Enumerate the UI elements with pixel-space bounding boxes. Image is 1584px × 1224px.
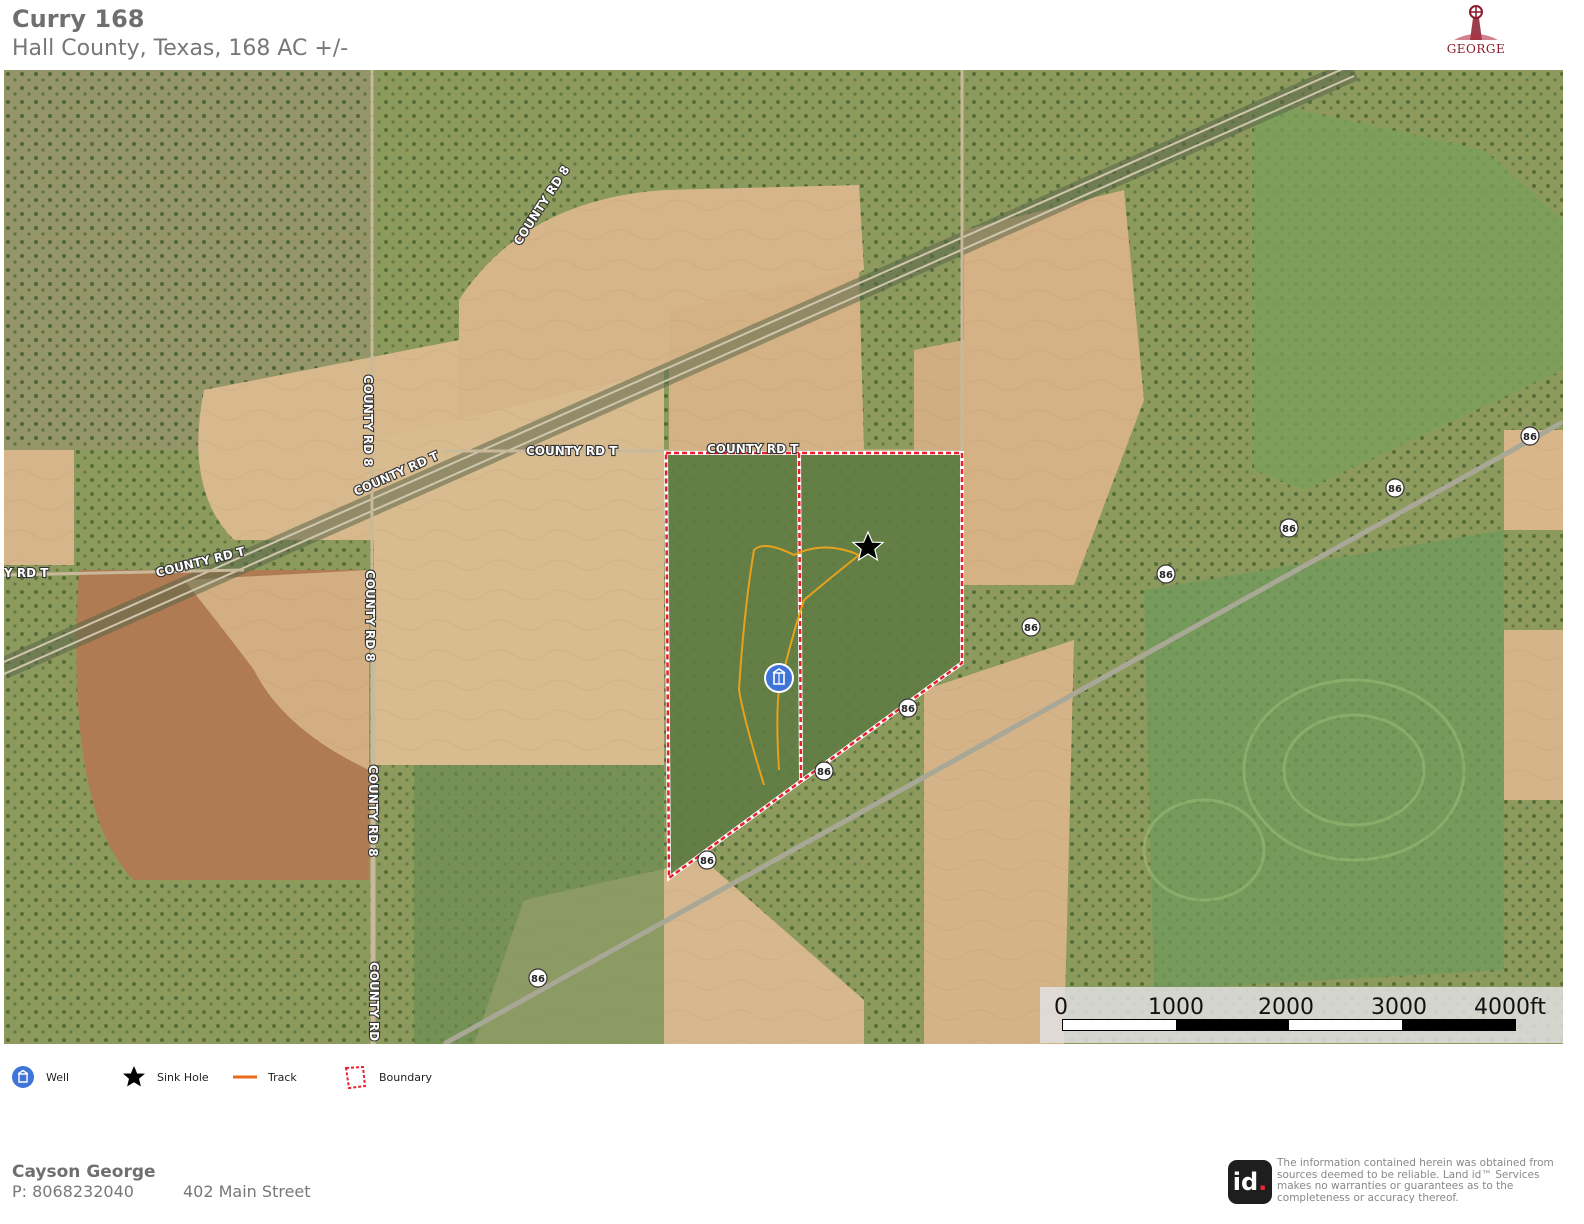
boundary-polygon-icon bbox=[344, 1065, 367, 1090]
legend-sink-hole-label: Sink Hole bbox=[157, 1070, 209, 1084]
well-icon bbox=[12, 1066, 34, 1088]
road-label-county-rd-bottom: COUNTY RD bbox=[367, 962, 381, 1041]
map-subtitle: Hall County, Texas, 168 AC +/- bbox=[12, 36, 349, 61]
well-marker-icon[interactable] bbox=[764, 663, 794, 693]
road-label-county-rd-t-b: COUNTY RD T bbox=[707, 442, 799, 456]
legend-well: Well bbox=[10, 1064, 69, 1090]
shield-86: 86 bbox=[1388, 484, 1402, 495]
shield-86: 86 bbox=[1159, 570, 1173, 581]
windmill-logo-icon bbox=[1454, 5, 1498, 40]
road-label-county-rd-8-south-b: COUNTY RD 8 bbox=[366, 765, 380, 857]
shield-86: 86 bbox=[901, 704, 915, 715]
road-label-county-rd-t-edge: Y RD T bbox=[4, 566, 49, 580]
satellite-map[interactable]: COUNTY RD 8 COUNTY RD 8 COUNTY RD 8 COUN… bbox=[4, 70, 1563, 1044]
scale-label-1000: 1000 bbox=[1148, 995, 1204, 1020]
track-line-icon bbox=[233, 1075, 257, 1079]
scale-label-3000: 3000 bbox=[1371, 995, 1427, 1020]
land-id-logo: id. bbox=[1228, 1160, 1272, 1204]
road-label-county-rd-t-a: COUNTY RD T bbox=[526, 444, 618, 458]
shield-86: 86 bbox=[700, 856, 714, 867]
legend-well-label: Well bbox=[46, 1070, 70, 1084]
logo-text: GEORGE bbox=[1446, 42, 1506, 56]
shield-86: 86 bbox=[1523, 432, 1537, 443]
legend-sink-hole: Sink Hole bbox=[121, 1064, 209, 1090]
road-label-county-rd-8-south-a: COUNTY RD 8 bbox=[363, 570, 377, 662]
legend-track-label: Track bbox=[268, 1070, 297, 1084]
star-icon bbox=[123, 1066, 145, 1087]
scale-label-0: 0 bbox=[1054, 995, 1068, 1020]
scale-label-4000ft: 4000ft bbox=[1474, 995, 1546, 1020]
agent-phone: P: 8068232040 bbox=[12, 1182, 134, 1201]
shield-86: 86 bbox=[1024, 623, 1038, 634]
scale-bar-segments bbox=[1062, 1019, 1516, 1031]
shield-86: 86 bbox=[1282, 524, 1296, 535]
legend-track: Track bbox=[232, 1064, 297, 1090]
agent-address: 402 Main Street bbox=[183, 1182, 311, 1201]
agent-name: Cayson George bbox=[12, 1162, 156, 1182]
legend-boundary: Boundary bbox=[343, 1064, 432, 1090]
scale-label-2000: 2000 bbox=[1258, 995, 1314, 1020]
disclaimer-text: The information contained herein was obt… bbox=[1277, 1157, 1554, 1204]
road-label-county-rd-8-mid: COUNTY RD 8 bbox=[361, 375, 375, 467]
map-title: Curry 168 bbox=[12, 5, 145, 33]
shield-86: 86 bbox=[817, 767, 831, 778]
scale-bar: 0 1000 2000 3000 4000ft bbox=[1040, 987, 1563, 1043]
legend-boundary-label: Boundary bbox=[379, 1070, 432, 1084]
map-canvas: COUNTY RD 8 COUNTY RD 8 COUNTY RD 8 COUN… bbox=[4, 70, 1563, 1044]
shield-86: 86 bbox=[531, 974, 545, 985]
